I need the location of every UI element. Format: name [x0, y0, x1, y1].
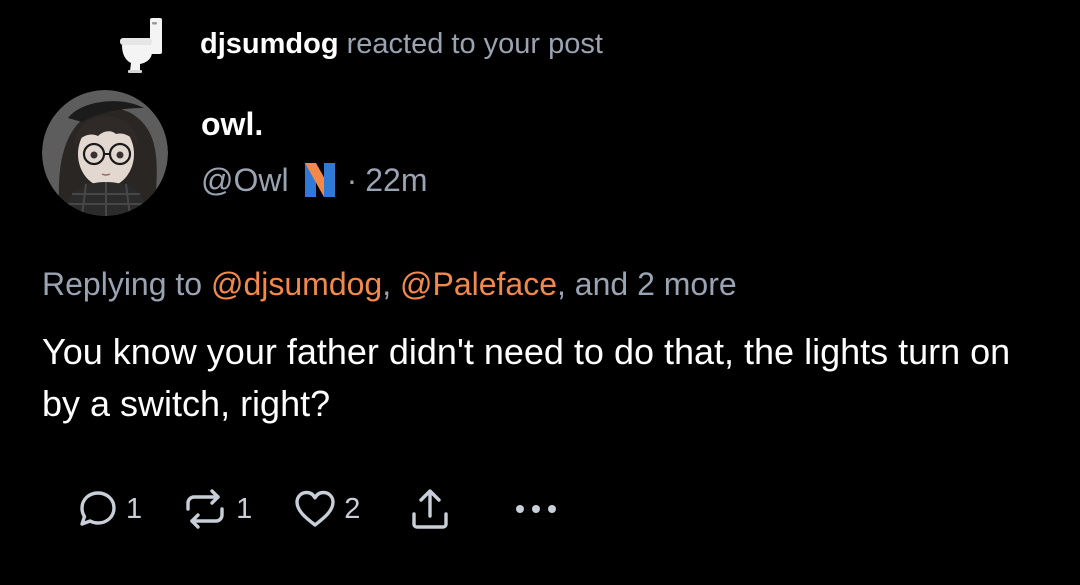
repost-icon [186, 489, 224, 529]
reply-button[interactable]: 1 [76, 487, 142, 531]
reaction-text: djsumdog reacted to your post [200, 27, 603, 60]
reply-count: 1 [126, 492, 143, 525]
mention-link[interactable]: @Paleface [400, 266, 557, 302]
more-icon [516, 505, 557, 513]
reply-separator: , [382, 266, 392, 302]
like-button[interactable]: 2 [292, 487, 360, 531]
author-handle[interactable]: @Owl [201, 162, 289, 199]
author-meta: @Owl · 22m [201, 160, 428, 200]
reaction-notification: djsumdog reacted to your post [118, 14, 603, 74]
share-button[interactable] [408, 486, 452, 532]
toilet-icon [120, 18, 162, 73]
repost-button[interactable]: 1 [180, 487, 252, 531]
post-content: You know your father didn't need to do t… [42, 331, 1011, 424]
reactor-name[interactable]: djsumdog [200, 28, 339, 60]
like-count: 2 [344, 492, 361, 525]
instance-badge-icon [304, 163, 335, 197]
more-options-button[interactable] [512, 499, 560, 519]
meta-separator: · [346, 161, 358, 198]
reaction-verb: reacted to your post [346, 27, 603, 60]
author-display-name[interactable]: owl. [201, 108, 263, 140]
post-timestamp[interactable]: 22m [365, 162, 427, 199]
replying-to-line: Replying to @djsumdog, @Paleface, and 2 … [42, 266, 737, 302]
reply-icon [80, 491, 116, 526]
reply-prefix: Replying to [42, 266, 203, 302]
heart-icon [295, 490, 335, 527]
mention-link[interactable]: @djsumdog [211, 266, 382, 302]
share-icon [412, 489, 449, 529]
post-actions: 1 1 2 [76, 484, 560, 534]
avatar[interactable] [42, 90, 168, 216]
reply-more-link[interactable]: , and 2 more [557, 266, 737, 302]
repost-count: 1 [236, 492, 253, 525]
